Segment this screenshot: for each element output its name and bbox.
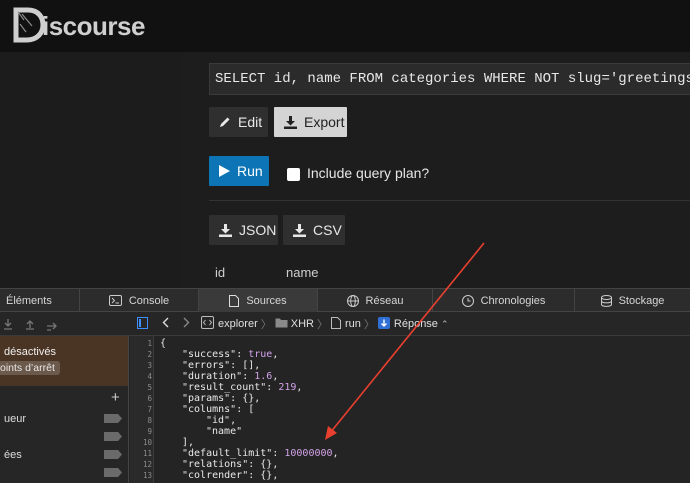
annotation-arrow bbox=[325, 242, 485, 440]
